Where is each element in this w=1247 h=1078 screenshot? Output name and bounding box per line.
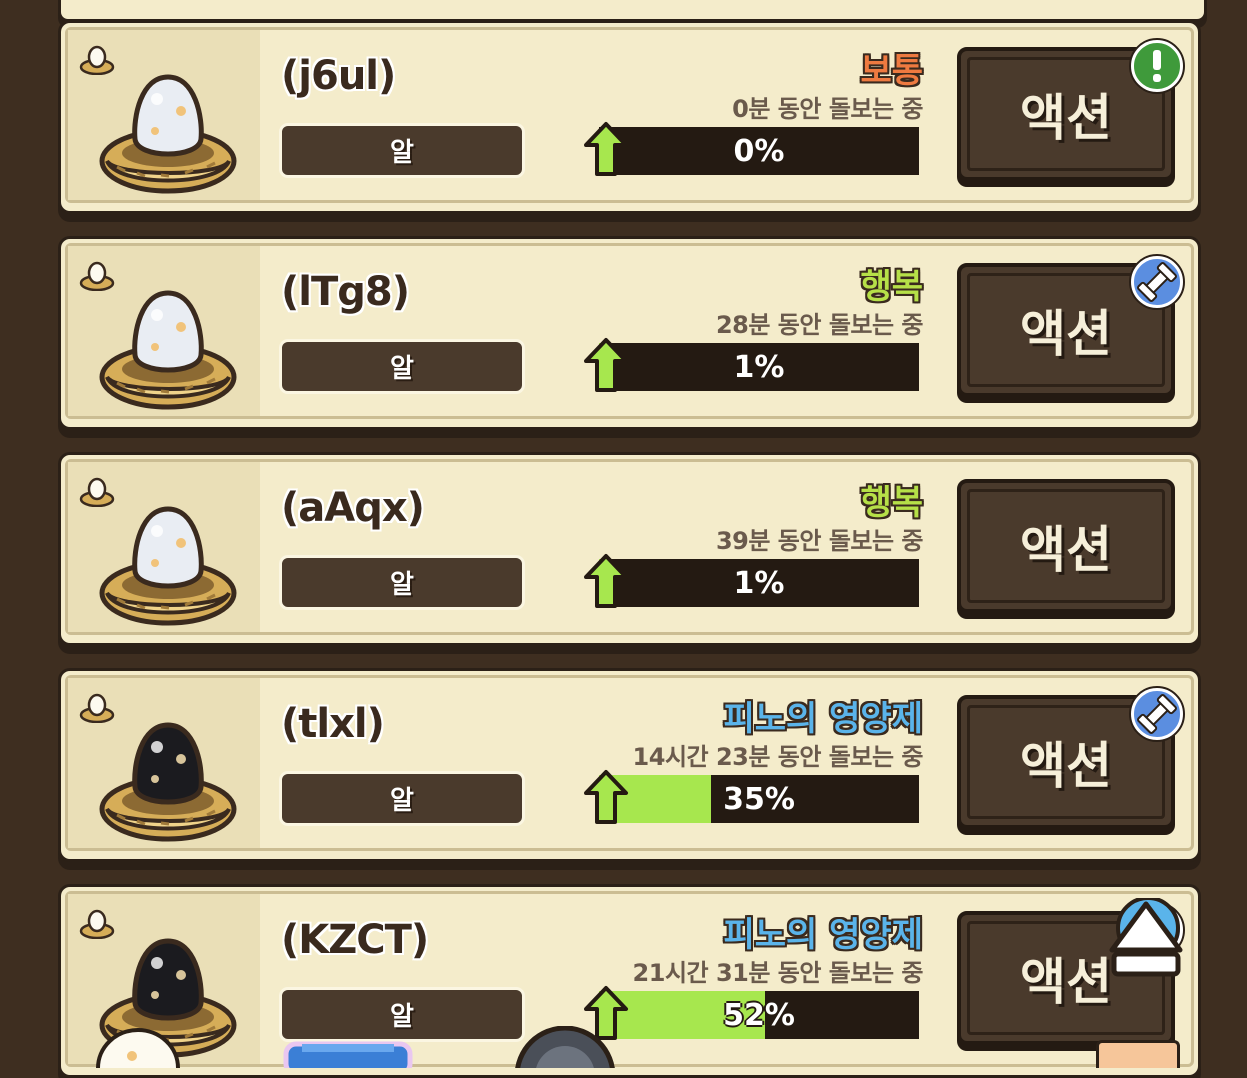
pet-card: (lTg8) 알 행복 28분 동안 돌보는 중 1% 액션 bbox=[58, 236, 1201, 430]
growth-progress-bar: 1% bbox=[599, 343, 919, 391]
action-button-label: 액션 bbox=[1020, 737, 1112, 795]
progress-percent: 1% bbox=[733, 565, 785, 601]
bottom-dark-item-icon[interactable] bbox=[510, 1026, 620, 1068]
action-button-label: 액션 bbox=[1020, 305, 1112, 363]
growth-progress-bar: 1% bbox=[599, 559, 919, 607]
bottom-blue-item-icon[interactable] bbox=[282, 1040, 414, 1068]
pet-name: (KZCT) bbox=[281, 917, 429, 963]
pet-name: (j6ul) bbox=[281, 53, 396, 99]
pet-type-label: 알 bbox=[279, 771, 525, 826]
pet-card: (aAqx) 알 행복 39분 동안 돌보는 중 1% 액션 bbox=[58, 452, 1201, 646]
pet-card: (tlxl) 알 피노의 영양제 14시간 23분 동안 돌보는 중 35% 액… bbox=[58, 668, 1201, 862]
progress-percent: 1% bbox=[733, 349, 785, 385]
care-duration: 0분 동안 돌보는 중 bbox=[732, 95, 923, 123]
care-duration: 14시간 23분 동안 돌보는 중 bbox=[632, 743, 924, 771]
egg-nest-icon[interactable] bbox=[97, 285, 239, 413]
previous-card-edge bbox=[58, 0, 1207, 22]
pet-status: 피노의 영양제 bbox=[723, 699, 923, 739]
pet-type-label: 알 bbox=[279, 123, 525, 178]
action-button-label: 액션 bbox=[1020, 521, 1112, 579]
growth-progress-bar: 52% bbox=[599, 991, 919, 1039]
growth-up-arrow-icon bbox=[583, 553, 629, 609]
bottom-egg-icon[interactable] bbox=[88, 1028, 188, 1068]
dumbbell-icon[interactable] bbox=[1128, 685, 1186, 743]
growth-up-arrow-icon bbox=[583, 337, 629, 393]
progress-percent: 35% bbox=[723, 781, 795, 817]
growth-progress-bar: 0% bbox=[599, 127, 919, 175]
pet-card: (KZCT) 알 피노의 영양제 21시간 31분 동안 돌보는 중 52% 액… bbox=[58, 884, 1201, 1078]
alert-icon[interactable] bbox=[1128, 37, 1186, 95]
care-duration: 21시간 31분 동안 돌보는 중 bbox=[632, 959, 924, 987]
action-button-label: 액션 bbox=[1020, 953, 1112, 1011]
pet-card: (j6ul) 알 보통 0분 동안 돌보는 중 0% 액션 bbox=[58, 20, 1201, 214]
egg-nest-icon[interactable] bbox=[97, 501, 239, 629]
egg-nest-icon[interactable] bbox=[97, 69, 239, 197]
action-button[interactable]: 액션 bbox=[957, 479, 1175, 613]
pet-name: (aAqx) bbox=[281, 485, 425, 531]
egg-nest-icon[interactable] bbox=[97, 717, 239, 845]
growth-progress-bar: 35% bbox=[599, 775, 919, 823]
care-duration: 39분 동안 돌보는 중 bbox=[715, 527, 924, 555]
pet-name: (tlxl) bbox=[281, 701, 385, 747]
progress-percent: 0% bbox=[733, 133, 785, 169]
progress-percent: 52% bbox=[723, 997, 795, 1033]
pet-status: 피노의 영양제 bbox=[723, 915, 923, 955]
pet-type-label: 알 bbox=[279, 555, 525, 610]
pet-name: (lTg8) bbox=[281, 269, 410, 315]
growth-up-arrow-icon bbox=[583, 121, 629, 177]
care-duration: 28분 동안 돌보는 중 bbox=[715, 311, 924, 339]
pet-status: 행복 bbox=[860, 483, 923, 523]
action-button-label: 액션 bbox=[1020, 89, 1112, 147]
scroll-up-icon[interactable] bbox=[1108, 898, 1184, 978]
bottom-orange-tab[interactable] bbox=[1096, 1040, 1180, 1068]
growth-up-arrow-icon bbox=[583, 769, 629, 825]
pet-type-label: 알 bbox=[279, 987, 525, 1042]
pet-status: 행복 bbox=[860, 267, 923, 307]
pet-status: 보통 bbox=[860, 51, 923, 91]
dumbbell-icon[interactable] bbox=[1128, 253, 1186, 311]
pet-type-label: 알 bbox=[279, 339, 525, 394]
